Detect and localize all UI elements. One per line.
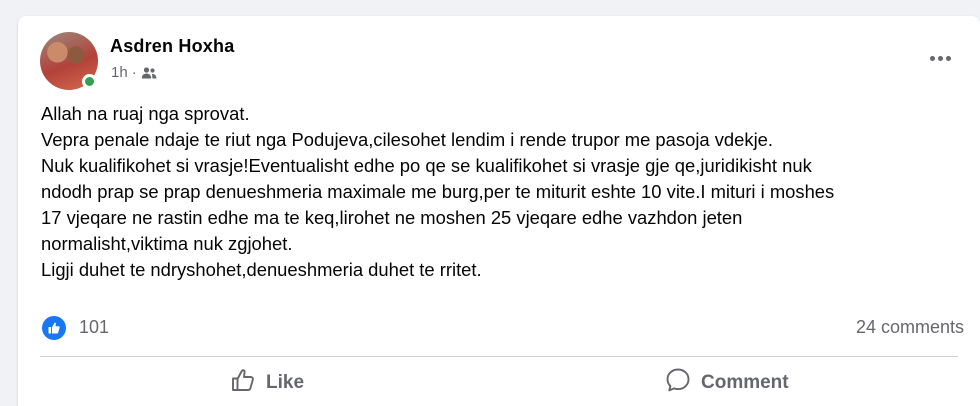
post-line: 17 vjeqare ne rastin edhe ma te keq,liro… bbox=[41, 207, 743, 228]
post-meta: 1h · bbox=[111, 64, 157, 81]
comment-icon bbox=[665, 367, 691, 399]
post-line: normalisht,viktima nuk zgjohet. bbox=[41, 233, 293, 254]
post-line: Vepra penale ndaje te riut nga Podujeva,… bbox=[41, 129, 774, 150]
post-stats: 101 24 comments bbox=[42, 316, 964, 340]
reaction-count[interactable]: 101 bbox=[79, 317, 109, 338]
post-line: ndodh prap se prap denueshmeria maximale… bbox=[41, 181, 835, 202]
post-line: Allah na ruaj nga sprovat. bbox=[41, 103, 250, 124]
post-time[interactable]: 1h bbox=[111, 64, 128, 81]
post-header: Asdren Hoxha 1h · bbox=[40, 32, 940, 90]
comment-count[interactable]: 24 comments bbox=[856, 317, 964, 338]
author-avatar[interactable] bbox=[40, 32, 98, 90]
like-reaction-icon[interactable] bbox=[42, 316, 66, 340]
action-bar: Like Comment bbox=[40, 361, 958, 405]
more-options-icon[interactable] bbox=[922, 44, 958, 72]
online-status-icon bbox=[82, 74, 97, 89]
meta-separator: · bbox=[131, 64, 137, 81]
post-line: Ligji duhet te ndryshohet,denueshmeria d… bbox=[41, 259, 482, 280]
post-line: Nuk kualifikohet si vrasje!Eventualisht … bbox=[41, 155, 812, 176]
thumbs-up-icon bbox=[230, 367, 256, 399]
like-button[interactable]: Like bbox=[230, 361, 304, 405]
post-card: Asdren Hoxha 1h · Allah na ruaj nga spro… bbox=[18, 16, 980, 406]
author-name[interactable]: Asdren Hoxha bbox=[110, 36, 234, 57]
like-label: Like bbox=[266, 372, 305, 393]
comment-label: Comment bbox=[701, 372, 789, 393]
divider bbox=[40, 356, 958, 357]
post-text: Allah na ruaj nga sprovat. Vepra penale … bbox=[41, 101, 966, 283]
friends-icon[interactable] bbox=[141, 66, 157, 80]
comment-button[interactable]: Comment bbox=[665, 361, 789, 405]
